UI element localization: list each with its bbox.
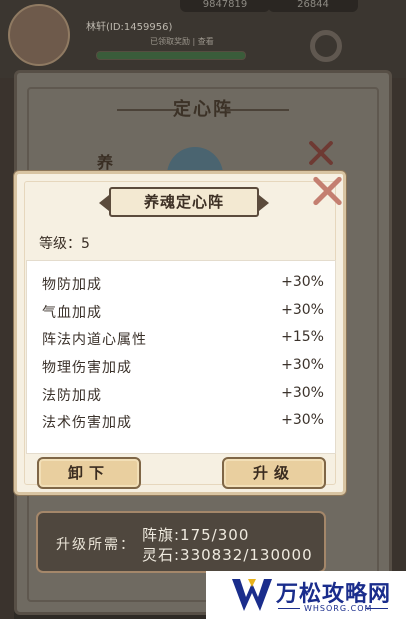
formation-detail-dialog: 养魂定心阵 等级：5 物防加成 +30% 气血加成 +30% 阵法内道心属性 +… [14, 171, 346, 495]
requirements-label: 升级所需： [56, 537, 136, 553]
brand-divider-right [366, 608, 388, 609]
unload-button[interactable]: 卸下 [37, 457, 141, 489]
attribute-value: +15% [281, 329, 324, 345]
attribute-value: +30% [281, 412, 324, 428]
attribute-row: 法术伤害加成 +30% [27, 407, 337, 435]
requirement-flags: 阵旗:175/300 [142, 526, 250, 544]
player-name: 林轩(ID:1459956) [86, 22, 173, 33]
brand-domain: WHSORG.COM [304, 604, 373, 613]
attribute-value: +30% [281, 385, 324, 401]
attribute-name: 法术伤害加成 [42, 415, 132, 431]
title-divider-right [227, 109, 289, 111]
resource-counter-1: 9847819 [180, 0, 270, 12]
attribute-row: 物理伤害加成 +30% [27, 352, 337, 380]
requirement-spirit-stone: 灵石:330832/130000 [142, 546, 313, 564]
attribute-value: +30% [281, 357, 324, 373]
attribute-name: 气血加成 [42, 305, 102, 321]
attribute-row: 气血加成 +30% [27, 297, 337, 325]
left-border-strip [0, 78, 14, 619]
level-row: 等级：5 [39, 233, 90, 253]
formation-panel-title: 定心阵 [173, 99, 233, 120]
dialog-title: 养魂定心阵 [99, 187, 269, 217]
upgrade-button[interactable]: 升级 [222, 457, 326, 489]
gear-icon[interactable] [310, 30, 342, 62]
resource-counter-2: 26844 [268, 0, 358, 12]
attribute-row: 物防加成 +30% [27, 269, 337, 297]
formation-side-label: 养 [97, 153, 114, 172]
top-status-bar: 9847819 26844 林轩(ID:1459956) 已领取奖励 | 查看 [0, 0, 406, 78]
attribute-name: 物防加成 [42, 277, 102, 293]
attribute-name: 阵法内道心属性 [42, 332, 147, 348]
watermark: 万松攻略网 WHSORG.COM [206, 571, 406, 619]
attribute-row: 阵法内道心属性 +15% [27, 324, 337, 352]
attribute-name: 物理伤害加成 [42, 360, 132, 376]
attribute-row: 法防加成 +30% [27, 380, 337, 408]
player-avatar[interactable] [8, 4, 70, 66]
brand-logo-icon [232, 579, 272, 611]
experience-bar [96, 51, 246, 60]
level-label: 等级： [39, 236, 81, 252]
attribute-value: +30% [281, 274, 324, 290]
attribute-name: 法防加成 [42, 388, 102, 404]
player-subtext: 已领取奖励 | 查看 [150, 37, 214, 46]
brand-divider-left [278, 608, 300, 609]
upgrade-requirements: 升级所需： 阵旗:175/300 灵石:330832/130000 [36, 511, 326, 573]
attribute-value: +30% [281, 302, 324, 318]
right-border-strip [392, 78, 406, 619]
close-icon[interactable] [309, 172, 345, 208]
level-value: 5 [81, 236, 90, 252]
panel-close-icon[interactable] [305, 137, 337, 169]
attribute-list: 物防加成 +30% 气血加成 +30% 阵法内道心属性 +15% 物理伤害加成 … [26, 260, 336, 454]
